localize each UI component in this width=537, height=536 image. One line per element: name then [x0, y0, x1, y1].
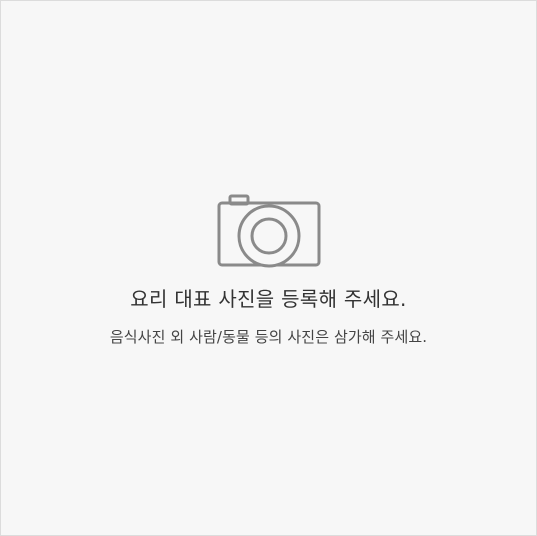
upload-main-text: 요리 대표 사진을 등록해 주세요.: [130, 287, 407, 311]
upload-sub-text: 음식사진 외 사람/동물 등의 사진은 삼가해 주세요.: [109, 328, 428, 346]
camera-icon: [217, 194, 321, 268]
photo-upload-area[interactable]: 요리 대표 사진을 등록해 주세요. 음식사진 외 사람/동물 등의 사진은 삼…: [0, 0, 537, 536]
